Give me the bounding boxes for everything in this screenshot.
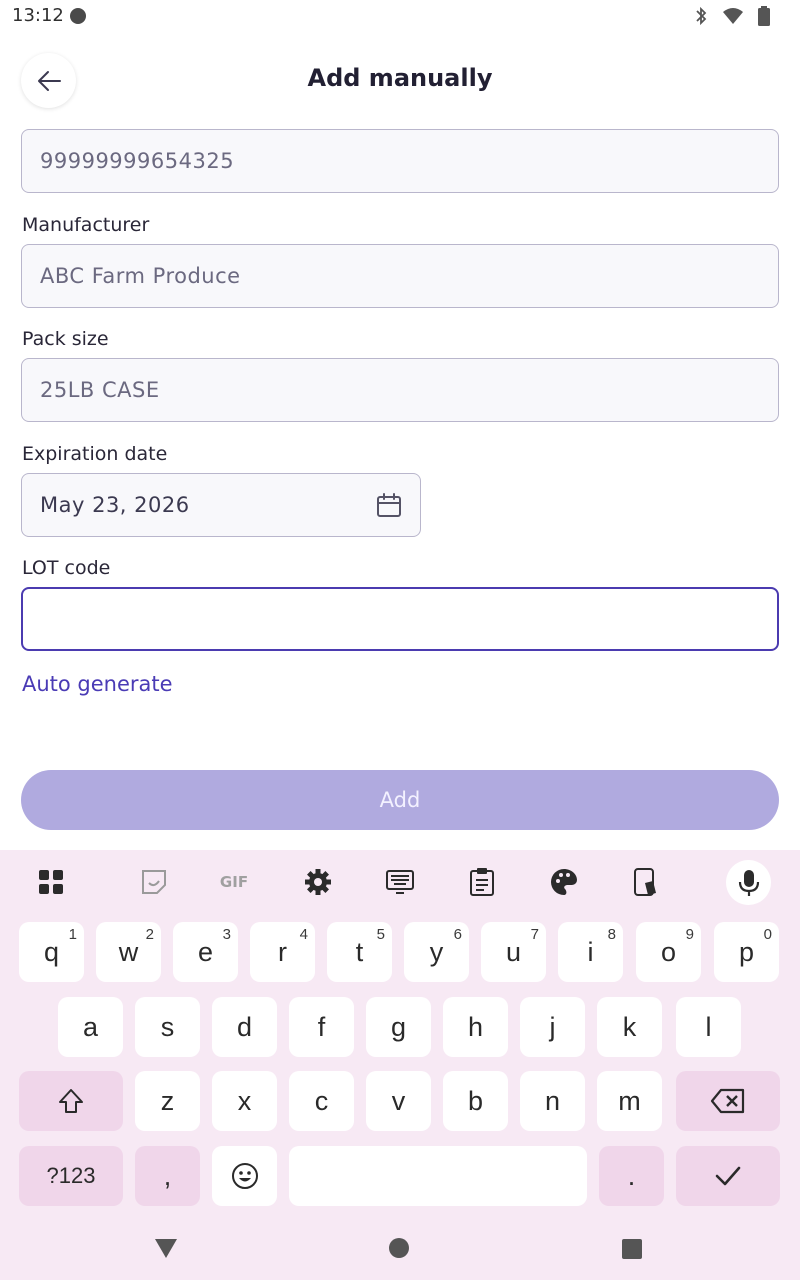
nav-home-icon[interactable] — [388, 1237, 410, 1259]
key-hint: 9 — [685, 926, 694, 943]
key-label: i — [587, 936, 594, 967]
lot-code-label: LOT code — [22, 557, 111, 579]
keyboard-icon[interactable] — [382, 864, 418, 900]
key-y[interactable]: y6 — [404, 922, 469, 982]
page-title: Add manually — [307, 64, 493, 92]
key-n[interactable]: n — [520, 1071, 585, 1131]
gif-icon[interactable]: GIF — [216, 864, 252, 900]
key-label: r — [278, 936, 287, 967]
key-c[interactable]: c — [289, 1071, 354, 1131]
key-hint: 1 — [68, 926, 77, 943]
emoji-icon — [231, 1163, 258, 1189]
shift-icon — [59, 1089, 83, 1113]
key-label: t — [355, 936, 364, 967]
manufacturer-label: Manufacturer — [22, 214, 150, 236]
clipboard-icon[interactable] — [464, 864, 500, 900]
key-hint: 0 — [763, 926, 772, 943]
sticker-icon[interactable] — [136, 864, 172, 900]
space-key[interactable] — [289, 1146, 587, 1206]
key-j[interactable]: j — [520, 997, 585, 1057]
wifi-icon — [723, 8, 743, 24]
calendar-icon[interactable] — [376, 492, 402, 518]
key-t[interactable]: t5 — [327, 922, 392, 982]
pack-size-value: 25LB CASE — [40, 378, 160, 402]
key-e[interactable]: e3 — [173, 922, 238, 982]
keyboard-toolbar: GIF — [0, 850, 800, 914]
key-hint: 5 — [376, 926, 385, 943]
system-nav-bar — [0, 1216, 800, 1280]
key-label: w — [118, 936, 139, 967]
key-r[interactable]: r4 — [250, 922, 315, 982]
mic-icon — [738, 869, 759, 896]
palette-icon[interactable] — [546, 864, 582, 900]
key-label: p — [738, 936, 755, 967]
key-g[interactable]: g — [366, 997, 431, 1057]
auto-generate-link[interactable]: Auto generate — [22, 672, 173, 696]
key-b[interactable]: b — [443, 1071, 508, 1131]
manufacturer-value: ABC Farm Produce — [40, 264, 241, 288]
key-m[interactable]: m — [597, 1071, 662, 1131]
comma-key[interactable]: , — [135, 1146, 200, 1206]
shift-key[interactable] — [19, 1071, 123, 1131]
key-label: o — [660, 936, 677, 967]
translate-icon[interactable] — [628, 864, 664, 900]
status-time: 13:12 — [12, 5, 64, 26]
emoji-key[interactable] — [212, 1146, 277, 1206]
nav-back-icon[interactable] — [153, 1236, 179, 1260]
key-hint: 7 — [530, 926, 539, 943]
pack-size-field[interactable]: 25LB CASE — [21, 358, 779, 422]
key-f[interactable]: f — [289, 997, 354, 1057]
key-w[interactable]: w2 — [96, 922, 161, 982]
key-p[interactable]: p0 — [714, 922, 779, 982]
check-icon — [715, 1166, 741, 1186]
key-v[interactable]: v — [366, 1071, 431, 1131]
status-bar: 13:12 — [0, 0, 800, 32]
key-hint: 2 — [145, 926, 154, 943]
key-label: u — [505, 936, 522, 967]
apps-icon[interactable] — [33, 864, 69, 900]
bluetooth-icon — [696, 6, 707, 26]
key-u[interactable]: u7 — [481, 922, 546, 982]
lot-code-input[interactable] — [21, 587, 779, 651]
expiration-label: Expiration date — [22, 443, 168, 465]
status-icons — [694, 6, 770, 26]
key-hint: 3 — [222, 926, 231, 943]
key-k[interactable]: k — [597, 997, 662, 1057]
key-s[interactable]: s — [135, 997, 200, 1057]
barcode-field[interactable]: 99999999654325 — [21, 129, 779, 193]
key-hint: 4 — [299, 926, 308, 943]
expiration-date-field[interactable]: May 23, 2026 — [21, 473, 421, 537]
mic-button[interactable] — [726, 860, 771, 905]
backspace-icon — [710, 1088, 745, 1114]
key-label: e — [197, 936, 214, 967]
key-i[interactable]: i8 — [558, 922, 623, 982]
key-o[interactable]: o9 — [636, 922, 701, 982]
key-label: q — [43, 936, 60, 967]
battery-icon — [758, 6, 770, 26]
key-a[interactable]: a — [58, 997, 123, 1057]
settings-icon[interactable] — [300, 864, 336, 900]
key-hint: 6 — [453, 926, 462, 943]
manufacturer-field[interactable]: ABC Farm Produce — [21, 244, 779, 308]
pack-size-label: Pack size — [22, 328, 109, 350]
key-l[interactable]: l — [676, 997, 741, 1057]
key-x[interactable]: x — [212, 1071, 277, 1131]
key-hint: 8 — [607, 926, 616, 943]
key-d[interactable]: d — [212, 997, 277, 1057]
barcode-value: 99999999654325 — [40, 149, 235, 173]
expiration-date-value: May 23, 2026 — [40, 493, 190, 517]
nav-recents-icon[interactable] — [621, 1238, 643, 1260]
enter-key[interactable] — [676, 1146, 780, 1206]
app-notification-icon — [70, 8, 86, 24]
add-button[interactable]: Add — [21, 770, 779, 830]
key-label: y — [429, 936, 444, 967]
backspace-key[interactable] — [676, 1071, 780, 1131]
key-q[interactable]: q1 — [19, 922, 84, 982]
key-h[interactable]: h — [443, 997, 508, 1057]
period-key[interactable]: . — [599, 1146, 664, 1206]
symbols-key[interactable]: ?123 — [19, 1146, 123, 1206]
key-z[interactable]: z — [135, 1071, 200, 1131]
